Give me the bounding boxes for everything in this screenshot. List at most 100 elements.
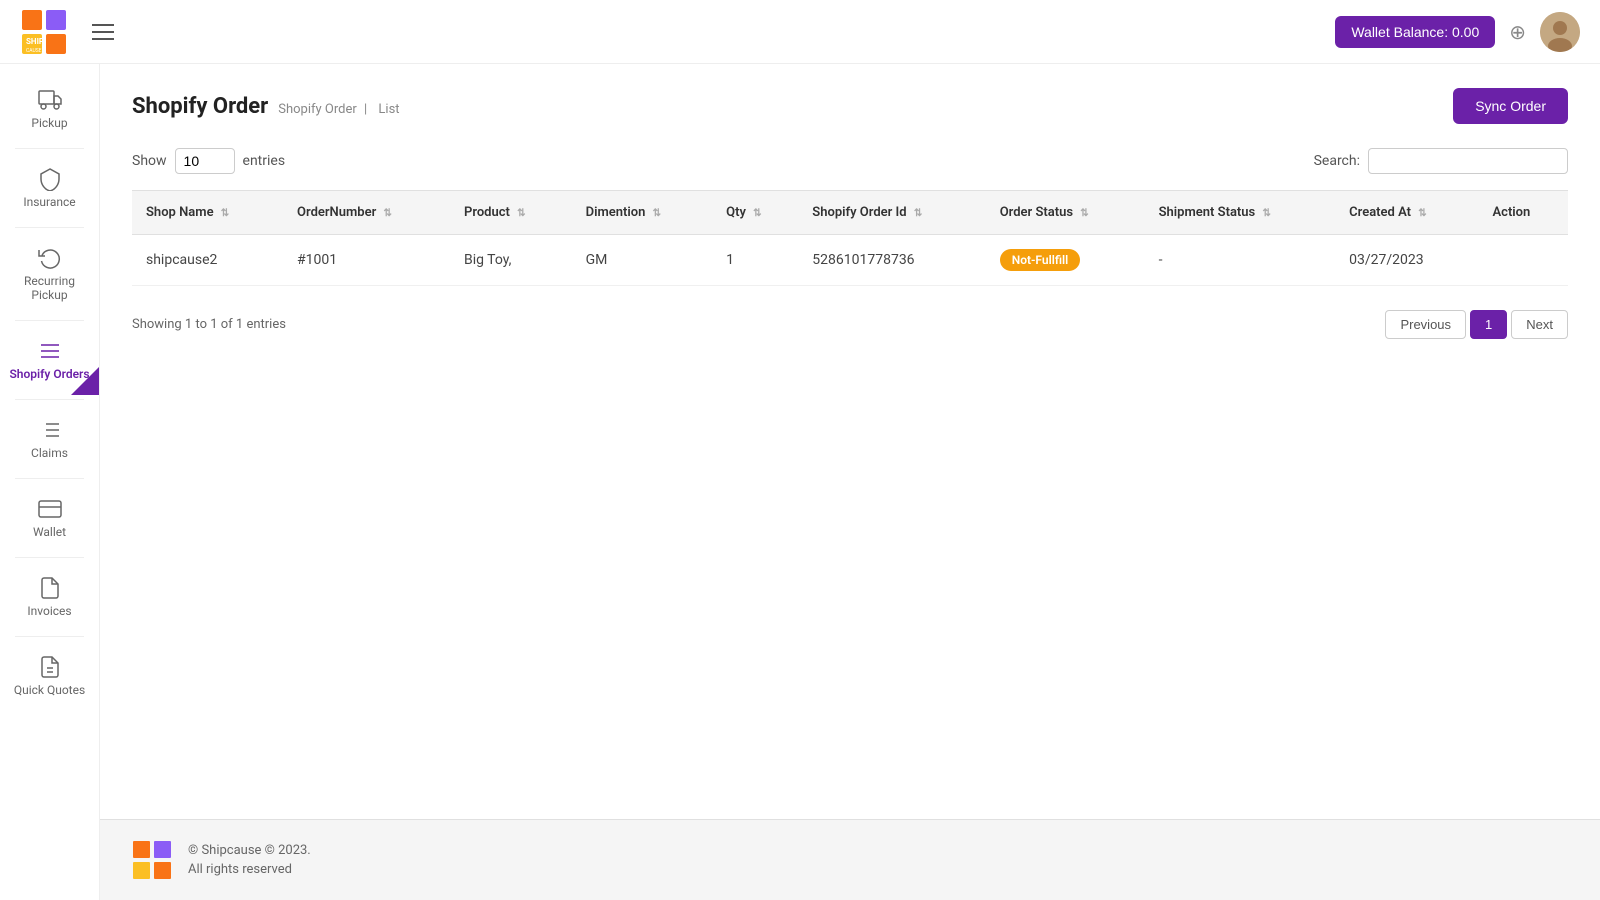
- wallet-icon: [38, 497, 62, 521]
- wallet-balance-button[interactable]: Wallet Balance: 0.00: [1335, 16, 1495, 48]
- sidebar-item-pickup[interactable]: Pickup: [0, 74, 99, 144]
- hamburger-menu[interactable]: [88, 20, 118, 44]
- sync-order-button[interactable]: Sync Order: [1453, 88, 1568, 124]
- doc-icon: [38, 655, 62, 679]
- sidebar-item-insurance[interactable]: Insurance: [0, 153, 99, 223]
- footer-rights: All rights reserved: [188, 860, 311, 880]
- layout: Pickup Insurance Recurring Pickup Shopif…: [0, 64, 1600, 900]
- sidebar-divider-7: [15, 636, 84, 637]
- breadcrumb: Shopify Order | List: [278, 102, 403, 117]
- sidebar-item-quick-quotes[interactable]: Quick Quotes: [0, 641, 99, 711]
- search-area: Search:: [1314, 148, 1568, 174]
- sidebar-label-invoices: Invoices: [27, 604, 71, 618]
- breadcrumb-link[interactable]: Shopify Order: [278, 102, 357, 117]
- table-row: shipcause2 #1001 Big Toy, GM 1 528610177…: [132, 235, 1568, 286]
- sidebar-label-pickup: Pickup: [31, 116, 67, 130]
- sidebar-label-wallet: Wallet: [33, 525, 66, 539]
- sidebar-label-shopify: Shopify Orders: [9, 367, 89, 381]
- previous-button[interactable]: Previous: [1385, 310, 1466, 339]
- table-controls: Show entries Search:: [132, 148, 1568, 174]
- sort-icon-shop-name: ⇅: [221, 208, 229, 219]
- col-order-status[interactable]: Order Status ⇅: [986, 191, 1145, 235]
- show-label: Show: [132, 153, 167, 169]
- sidebar-label-insurance: Insurance: [23, 195, 75, 209]
- cell-order-number: #1001: [283, 235, 450, 286]
- avatar[interactable]: [1540, 12, 1580, 52]
- sidebar-item-invoices[interactable]: Invoices: [0, 562, 99, 632]
- col-created-at[interactable]: Created At ⇅: [1335, 191, 1478, 235]
- crosshair-icon[interactable]: ⊕: [1509, 20, 1526, 44]
- table-body: shipcause2 #1001 Big Toy, GM 1 528610177…: [132, 235, 1568, 286]
- truck-icon: [38, 88, 62, 112]
- search-input[interactable]: [1368, 148, 1568, 174]
- sort-icon-product: ⇅: [517, 208, 525, 219]
- cell-order-status: Not-Fullfill: [986, 235, 1145, 286]
- cell-action: [1478, 235, 1568, 286]
- data-table: Shop Name ⇅ OrderNumber ⇅ Product ⇅ Dime…: [132, 190, 1568, 286]
- topbar-right: Wallet Balance: 0.00 ⊕: [1335, 12, 1580, 52]
- sidebar-item-shopify-orders[interactable]: Shopify Orders: [0, 325, 99, 395]
- col-shopify-order-id[interactable]: Shopify Order Id ⇅: [798, 191, 985, 235]
- logo: SHIP CAUSE: [20, 8, 68, 56]
- shield-icon: [38, 167, 62, 191]
- cell-shopify-order-id: 5286101778736: [798, 235, 985, 286]
- show-entries-area: Show entries: [132, 148, 285, 174]
- col-shipment-status[interactable]: Shipment Status ⇅: [1145, 191, 1336, 235]
- list-icon: [38, 418, 62, 442]
- entries-label: entries: [243, 153, 286, 169]
- main-area: Shopify Order Shopify Order | List Sync …: [100, 64, 1600, 900]
- svg-text:CAUSE: CAUSE: [26, 48, 42, 54]
- cell-shop-name: shipcause2: [132, 235, 283, 286]
- sidebar-divider-4: [15, 399, 84, 400]
- col-action: Action: [1478, 191, 1568, 235]
- sidebar-divider-5: [15, 478, 84, 479]
- main-content: Shopify Order Shopify Order | List Sync …: [100, 64, 1600, 819]
- refresh-icon: [38, 246, 62, 270]
- page-title: Shopify Order: [132, 94, 268, 119]
- sidebar-item-recurring-pickup[interactable]: Recurring Pickup: [0, 232, 99, 316]
- topbar: SHIP CAUSE Wallet Balance: 0.00 ⊕: [0, 0, 1600, 64]
- sort-icon-created-at: ⇅: [1418, 208, 1426, 219]
- sidebar-label-quick-quotes: Quick Quotes: [14, 683, 85, 697]
- pagination: Previous 1 Next: [1385, 310, 1568, 339]
- footer-text: © Shipcause © 2023. All rights reserved: [188, 841, 311, 880]
- showing-text: Showing 1 to 1 of 1 entries: [132, 317, 286, 332]
- breadcrumb-separator: |: [364, 102, 367, 117]
- next-button[interactable]: Next: [1511, 310, 1568, 339]
- orders-icon: [38, 339, 62, 363]
- sidebar-divider: [15, 148, 84, 149]
- svg-text:SHIP: SHIP: [26, 37, 44, 46]
- sidebar-item-wallet[interactable]: Wallet: [0, 483, 99, 553]
- sort-icon-order-status: ⇅: [1080, 208, 1088, 219]
- col-order-number[interactable]: OrderNumber ⇅: [283, 191, 450, 235]
- cell-qty: 1: [712, 235, 798, 286]
- page-header: Shopify Order Shopify Order | List Sync …: [132, 88, 1568, 124]
- cell-shipment-status: -: [1145, 235, 1336, 286]
- table-header: Shop Name ⇅ OrderNumber ⇅ Product ⇅ Dime…: [132, 191, 1568, 235]
- cell-product: Big Toy,: [450, 235, 572, 286]
- file-icon: [38, 576, 62, 600]
- cell-created-at: 03/27/2023: [1335, 235, 1478, 286]
- sidebar-divider-3: [15, 320, 84, 321]
- pagination-area: Showing 1 to 1 of 1 entries Previous 1 N…: [132, 310, 1568, 339]
- sort-icon-dimension: ⇅: [653, 208, 661, 219]
- col-dimension[interactable]: Dimention ⇅: [572, 191, 712, 235]
- sort-icon-qty: ⇅: [753, 208, 761, 219]
- footer: © Shipcause © 2023. All rights reserved: [100, 819, 1600, 900]
- entries-input[interactable]: [175, 148, 235, 174]
- col-shop-name[interactable]: Shop Name ⇅: [132, 191, 283, 235]
- sidebar-divider-2: [15, 227, 84, 228]
- footer-logo: [132, 840, 172, 880]
- sort-icon-shopify-id: ⇅: [914, 208, 922, 219]
- breadcrumb-current: List: [378, 102, 399, 117]
- sidebar-divider-6: [15, 557, 84, 558]
- col-product[interactable]: Product ⇅: [450, 191, 572, 235]
- page-1-button[interactable]: 1: [1470, 310, 1507, 339]
- search-label: Search:: [1314, 153, 1360, 169]
- col-qty[interactable]: Qty ⇅: [712, 191, 798, 235]
- status-badge: Not-Fullfill: [1000, 249, 1081, 271]
- sort-icon-shipment-status: ⇅: [1262, 208, 1270, 219]
- sidebar-item-claims[interactable]: Claims: [0, 404, 99, 474]
- footer-copyright: © Shipcause © 2023.: [188, 841, 311, 861]
- topbar-left: SHIP CAUSE: [20, 8, 118, 56]
